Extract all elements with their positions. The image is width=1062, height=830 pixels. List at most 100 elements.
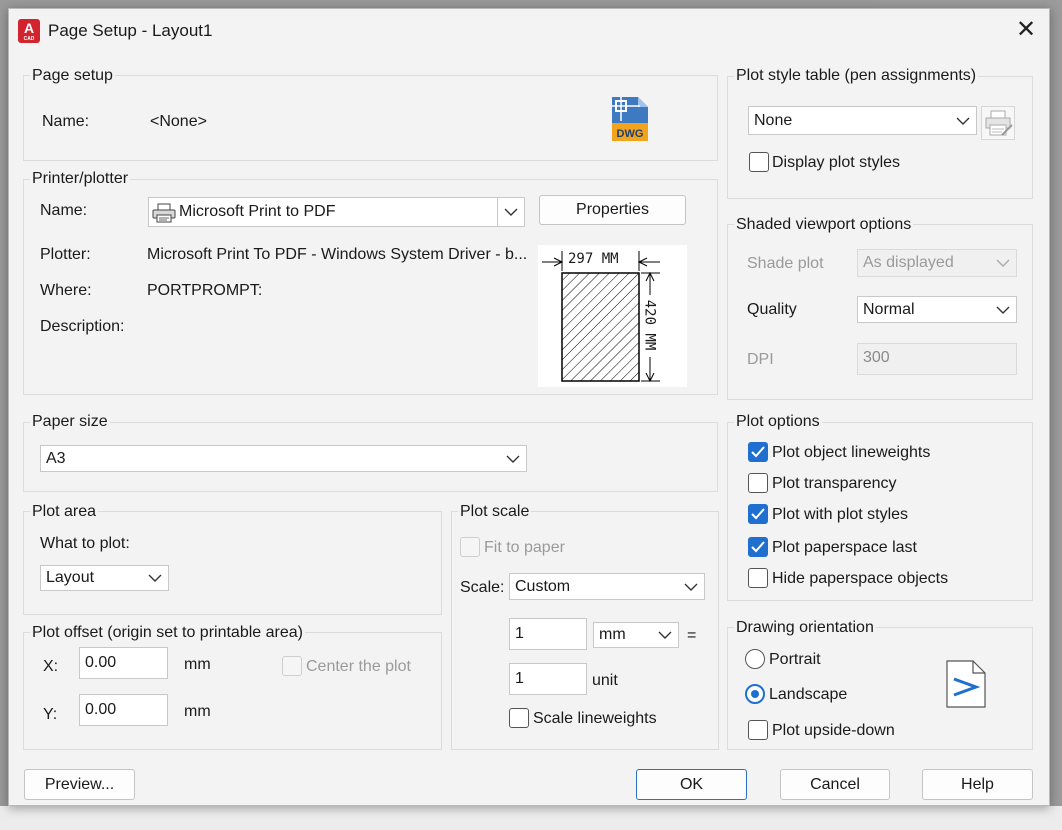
fit-to-paper-checkbox[interactable]: [460, 537, 480, 557]
plot-scale-legend: Plot scale: [458, 503, 532, 521]
plot-option-label-3: Plot paperspace last: [772, 539, 917, 556]
scale-unit-value: mm: [599, 626, 626, 643]
edit-plot-style-icon[interactable]: [981, 106, 1015, 140]
offset-y-unit: mm: [184, 703, 211, 720]
offset-x-input[interactable]: 0.00: [79, 647, 168, 679]
plot-option-label-1: Plot transparency: [772, 475, 897, 492]
properties-button[interactable]: Properties: [539, 195, 686, 225]
cancel-button[interactable]: Cancel: [780, 769, 890, 800]
plot-options-legend: Plot options: [734, 413, 822, 431]
help-button[interactable]: Help: [922, 769, 1033, 800]
title-bar: A CAD Page Setup - Layout1 ✕: [9, 9, 1049, 55]
plot-object-lineweights-checkbox[interactable]: [748, 442, 768, 462]
shade-plot-label: Shade plot: [747, 255, 824, 272]
dwg-file-icon: DWG: [610, 95, 650, 143]
scale-value2-input[interactable]: 1: [509, 663, 587, 695]
page-setup-dialog: A CAD Page Setup - Layout1 ✕ Page setup …: [8, 8, 1050, 806]
plot-option-label-0: Plot object lineweights: [772, 444, 931, 461]
scale-value: Custom: [515, 578, 571, 595]
chevron-down-icon: [504, 208, 518, 216]
shaded-viewport-legend: Shaded viewport options: [734, 216, 914, 234]
paper-preview: 297 MM 420 MM: [538, 245, 687, 387]
checkmark-icon: [751, 446, 765, 458]
printer-name-value: Microsoft Print to PDF: [179, 203, 336, 220]
dpi-input[interactable]: 300: [857, 343, 1017, 375]
plot-option-label-4: Hide paperspace objects: [772, 570, 949, 587]
preview-button[interactable]: Preview...: [24, 769, 135, 800]
dwg-icon-text: DWG: [617, 128, 644, 140]
scale-unit-select[interactable]: mm: [593, 622, 679, 648]
scale-value1-input[interactable]: 1: [509, 618, 587, 650]
paper-size-select[interactable]: A3: [40, 445, 527, 472]
paper-size-value: A3: [46, 450, 66, 467]
printer-legend: Printer/plotter: [30, 170, 131, 188]
paper-size-legend: Paper size: [30, 413, 110, 431]
printer-name-label: Name:: [40, 202, 88, 219]
hide-paperspace-objects-checkbox[interactable]: [748, 568, 768, 588]
page-setup-name-value: <None>: [150, 113, 207, 130]
offset-y-label: Y:: [43, 706, 58, 723]
display-plot-styles-label: Display plot styles: [772, 154, 901, 171]
scale-lineweights-checkbox[interactable]: [509, 708, 529, 728]
window-title: Page Setup - Layout1: [48, 21, 213, 40]
autocad-app-icon: A CAD: [18, 19, 40, 43]
chevron-down-icon: [956, 117, 970, 125]
portrait-label: Portrait: [769, 651, 821, 668]
plotter-label: Plotter:: [40, 246, 91, 263]
center-plot-checkbox[interactable]: [282, 656, 302, 676]
close-icon[interactable]: ✕: [1013, 17, 1039, 43]
chevron-down-icon: [996, 306, 1010, 314]
landscape-radio[interactable]: [745, 684, 765, 704]
offset-x-label: X:: [43, 658, 59, 675]
description-label: Description:: [40, 318, 125, 335]
plot-with-plot-styles-checkbox[interactable]: [748, 504, 768, 524]
orientation-legend: Drawing orientation: [734, 619, 876, 637]
what-to-plot-value: Layout: [46, 569, 95, 586]
plot-style-table-select[interactable]: None: [748, 106, 977, 135]
dpi-label: DPI: [747, 351, 774, 368]
plot-area-group: [23, 511, 442, 615]
plot-option-label-2: Plot with plot styles: [772, 506, 909, 523]
plot-style-table-legend: Plot style table (pen assignments): [734, 67, 979, 85]
printer-icon: [152, 203, 176, 223]
plot-paperspace-last-checkbox[interactable]: [748, 537, 768, 557]
center-plot-label: Center the plot: [306, 658, 411, 675]
what-to-plot-label: What to plot:: [40, 535, 130, 552]
display-plot-styles-checkbox[interactable]: [749, 152, 769, 172]
shade-plot-value: As displayed: [863, 254, 954, 271]
chevron-down-icon: [996, 259, 1010, 267]
app-icon-sub: CAD: [23, 36, 35, 42]
preview-width-label: 297 MM: [568, 251, 619, 267]
quality-label: Quality: [747, 301, 797, 318]
chevron-down-icon: [148, 574, 162, 582]
quality-select[interactable]: Normal: [857, 296, 1017, 323]
checkmark-icon: [751, 541, 765, 553]
plot-upside-down-label: Plot upside-down: [772, 722, 895, 739]
scale-lineweights-label: Scale lineweights: [533, 710, 657, 727]
scale-select[interactable]: Custom: [509, 573, 705, 600]
plotter-value: Microsoft Print To PDF - Windows System …: [147, 246, 528, 263]
landscape-orientation-icon: [945, 659, 987, 709]
printer-name-select[interactable]: Microsoft Print to PDF: [148, 197, 525, 227]
printer-select-divider: [497, 198, 498, 226]
checkmark-icon: [751, 508, 765, 520]
app-icon-letter: A: [23, 20, 35, 36]
quality-value: Normal: [863, 301, 915, 318]
offset-y-input[interactable]: 0.00: [79, 694, 168, 726]
plot-upside-down-checkbox[interactable]: [748, 720, 768, 740]
plot-style-table-value: None: [754, 112, 793, 129]
plot-transparency-checkbox[interactable]: [748, 473, 768, 493]
background-strip: [0, 806, 1062, 830]
chevron-down-icon: [506, 455, 520, 463]
offset-x-unit: mm: [184, 656, 211, 673]
landscape-label: Landscape: [769, 686, 848, 703]
scale-unit2-label: unit: [592, 672, 618, 689]
chevron-down-icon: [684, 583, 698, 591]
portrait-radio[interactable]: [745, 649, 765, 669]
ok-button[interactable]: OK: [636, 769, 747, 800]
plot-area-legend: Plot area: [30, 503, 99, 521]
shade-plot-select[interactable]: As displayed: [857, 249, 1017, 277]
preview-height-label: 420 MM: [641, 299, 658, 351]
chevron-down-icon: [658, 631, 672, 639]
what-to-plot-select[interactable]: Layout: [40, 565, 169, 591]
